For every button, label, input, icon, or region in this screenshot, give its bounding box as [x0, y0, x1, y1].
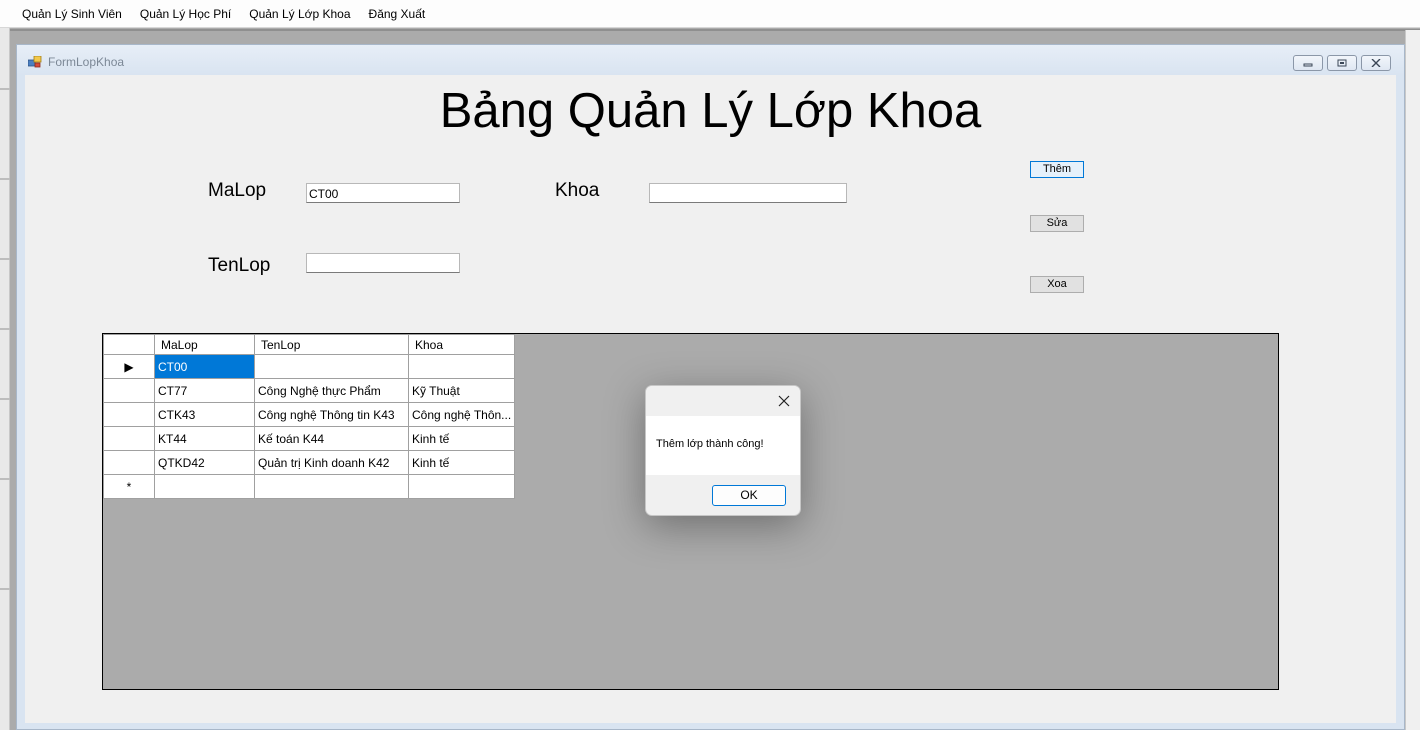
maximize-icon	[1337, 59, 1347, 67]
cell-tenlop[interactable]: Quản trị Kinh doanh K42	[254, 450, 409, 475]
edit-button[interactable]: Sửa	[1030, 215, 1084, 232]
close-icon	[778, 395, 790, 407]
minimize-icon	[1303, 63, 1313, 67]
new-row[interactable]: *	[103, 474, 516, 499]
cell-malop[interactable]: KT44	[154, 426, 255, 451]
cell-tenlop[interactable]: Công nghệ Thông tin K43	[254, 402, 409, 427]
khoa-input[interactable]	[649, 183, 847, 203]
close-button[interactable]	[1361, 55, 1391, 71]
cell-khoa[interactable]: Công nghệ Thôn...	[407, 402, 516, 427]
dialog-message: Thêm lớp thành công!	[656, 438, 764, 450]
form-titlebar[interactable]: FormLopKhoa	[17, 45, 1404, 75]
mdi-right-edge	[1405, 30, 1420, 730]
close-icon	[1371, 59, 1381, 67]
cell-khoa[interactable]: Kỹ Thuật	[407, 378, 516, 403]
form-app-icon	[28, 56, 42, 68]
cell-khoa[interactable]: Kinh tế	[407, 426, 516, 451]
main-menubar: Quản Lý Sinh Viên Quản Lý Học Phí Quản L…	[0, 0, 1420, 28]
delete-button[interactable]: Xoa	[1030, 276, 1084, 293]
menu-class-faculty-management[interactable]: Quản Lý Lớp Khoa	[240, 0, 359, 28]
grid-table: MaLop TenLop Khoa ▶ CT00 CT77 Công Nghệ …	[103, 334, 516, 499]
cell-khoa[interactable]	[407, 354, 516, 379]
malop-label: MaLop	[208, 180, 267, 201]
minimize-button[interactable]	[1293, 55, 1323, 71]
table-row[interactable]: ▶ CT00	[103, 354, 516, 379]
row-header[interactable]	[103, 426, 155, 451]
khoa-label: Khoa	[555, 180, 600, 201]
dialog-titlebar[interactable]	[646, 386, 800, 416]
cell-khoa[interactable]: Kinh tế	[407, 450, 516, 475]
column-header-malop[interactable]: MaLop	[154, 334, 255, 355]
success-message-dialog: Thêm lớp thành công! OK	[645, 385, 801, 516]
dialog-body: Thêm lớp thành công!	[646, 416, 800, 475]
dialog-close-button[interactable]	[774, 391, 794, 411]
form-title: FormLopKhoa	[48, 55, 125, 69]
window-left-edge	[0, 28, 10, 730]
maximize-button[interactable]	[1327, 55, 1357, 71]
grid-corner-header[interactable]	[103, 334, 155, 355]
row-header[interactable]	[103, 378, 155, 403]
column-header-tenlop[interactable]: TenLop	[254, 334, 409, 355]
table-row[interactable]: CT77 Công Nghệ thực Phẩm Kỹ Thuật	[103, 378, 516, 403]
new-row-indicator[interactable]: *	[103, 474, 155, 499]
table-row[interactable]: CTK43 Công nghệ Thông tin K43 Công nghệ …	[103, 402, 516, 427]
grid-header-row: MaLop TenLop Khoa	[103, 334, 516, 355]
menu-student-management[interactable]: Quản Lý Sinh Viên	[13, 0, 131, 28]
cell-tenlop[interactable]	[254, 474, 409, 499]
dialog-ok-button[interactable]: OK	[712, 485, 786, 506]
cell-tenlop[interactable]: Kế toán K44	[254, 426, 409, 451]
menu-tuition-management[interactable]: Quản Lý Học Phí	[131, 0, 240, 28]
table-row[interactable]: QTKD42 Quản trị Kinh doanh K42 Kinh tế	[103, 450, 516, 475]
menu-logout[interactable]: Đăng Xuất	[360, 0, 435, 28]
page-title: Bảng Quản Lý Lớp Khoa	[439, 84, 982, 138]
add-button[interactable]: Thêm	[1030, 161, 1084, 178]
cell-khoa[interactable]	[407, 474, 516, 499]
cell-malop[interactable]	[154, 474, 255, 499]
cell-malop[interactable]: CTK43	[154, 402, 255, 427]
cell-tenlop[interactable]: Công Nghệ thực Phẩm	[254, 378, 409, 403]
cell-malop[interactable]: QTKD42	[154, 450, 255, 475]
row-header[interactable]	[103, 450, 155, 475]
malop-input[interactable]	[306, 183, 460, 203]
cell-malop[interactable]: CT77	[154, 378, 255, 403]
tenlop-input[interactable]	[306, 253, 460, 273]
tenlop-label: TenLop	[208, 255, 271, 276]
column-header-khoa[interactable]: Khoa	[407, 334, 516, 355]
row-selected-indicator[interactable]: ▶	[103, 354, 155, 379]
cell-tenlop[interactable]	[254, 354, 409, 379]
cell-malop[interactable]: CT00	[154, 354, 255, 379]
row-header[interactable]	[103, 402, 155, 427]
table-row[interactable]: KT44 Kế toán K44 Kinh tế	[103, 426, 516, 451]
